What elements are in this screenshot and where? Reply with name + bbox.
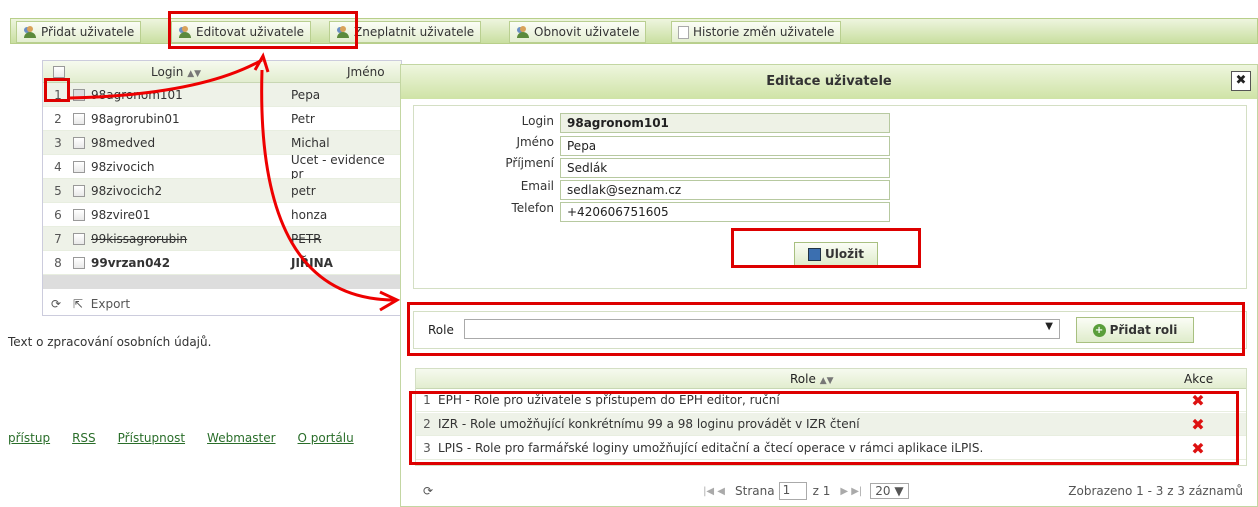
phone-label: Telefon: [511, 201, 554, 215]
surname-field[interactable]: Sedlák: [560, 158, 890, 178]
highlight-roles: [409, 391, 1239, 465]
pager: ⟳ |◀ ◀ Strana 1 z 1 ▶ ▶| 20 ▼ Zobrazeno …: [415, 477, 1247, 505]
edit-user-dialog: Editace uživatele ✖ Login 98agronom101 J…: [400, 64, 1258, 507]
login-field: 98agronom101: [560, 113, 890, 133]
name-field[interactable]: Pepa: [560, 136, 890, 156]
pager-summary: Zobrazeno 1 - 3 z 3 záznamů: [1068, 484, 1243, 498]
col-actions-header: Akce: [1184, 372, 1214, 386]
close-icon[interactable]: ✖: [1231, 71, 1251, 91]
email-field[interactable]: sedlak@seznam.cz: [560, 180, 890, 200]
first-page-icon[interactable]: |◀ ◀: [703, 486, 725, 497]
page-size-select[interactable]: 20 ▼: [870, 483, 909, 499]
arrow-to-dialog: [260, 69, 396, 302]
email-label: Email: [520, 179, 554, 193]
name-label: Jméno: [516, 135, 554, 149]
login-label: Login: [521, 114, 554, 128]
page-of-label: z 1: [812, 484, 831, 498]
highlight-save: [731, 228, 921, 268]
dialog-title: Editace uživatele: [401, 65, 1257, 99]
page-label: Strana: [735, 484, 775, 498]
highlight-role: [407, 302, 1245, 356]
surname-label: Příjmení: [505, 156, 554, 170]
sort-arrows-icon: ▲▼: [819, 376, 834, 386]
page-input[interactable]: 1: [778, 482, 807, 500]
phone-field[interactable]: +420606751605: [560, 202, 890, 222]
next-page-icon[interactable]: ▶ ▶|: [840, 486, 862, 497]
refresh-icon[interactable]: ⟳: [423, 484, 433, 498]
col-role-header[interactable]: Role ▲▼: [790, 372, 834, 386]
arrow-to-edit: [69, 58, 263, 100]
